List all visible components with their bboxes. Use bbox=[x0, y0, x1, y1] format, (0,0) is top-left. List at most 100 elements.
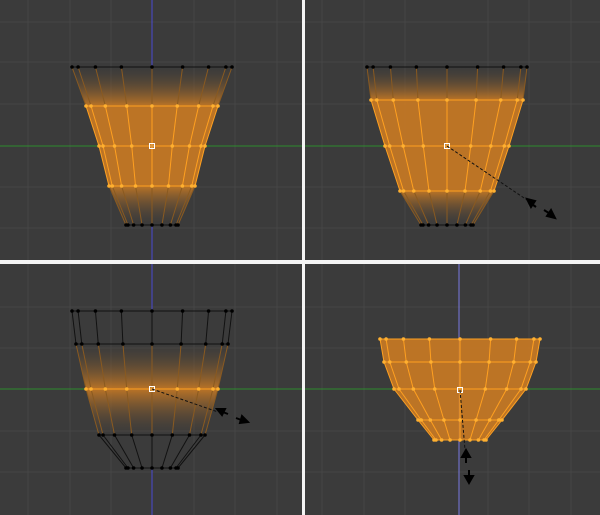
mesh-vertex bbox=[93, 65, 98, 69]
mesh-vertex bbox=[84, 104, 88, 108]
mesh-vertex bbox=[463, 189, 467, 193]
four-split-3d-viewport bbox=[0, 0, 600, 515]
mesh-model[interactable] bbox=[378, 337, 542, 442]
mesh-vertex bbox=[429, 360, 433, 364]
viewport-canvas[interactable] bbox=[305, 264, 600, 515]
mesh-vertex bbox=[397, 387, 401, 391]
mesh-vertex bbox=[487, 360, 491, 364]
mesh-edge bbox=[94, 310, 99, 345]
mesh-vertex bbox=[107, 184, 111, 188]
viewport-separator-vertical[interactable] bbox=[302, 0, 305, 515]
mesh-vertex bbox=[538, 337, 542, 341]
mesh-vertex bbox=[206, 65, 211, 69]
mesh-vertex bbox=[445, 223, 449, 227]
viewport-bottom-left[interactable] bbox=[0, 264, 302, 515]
mesh-vertex bbox=[121, 342, 125, 346]
mesh-vertex bbox=[79, 342, 84, 346]
mesh-vertex bbox=[124, 387, 129, 391]
viewport-separator-horizontal[interactable] bbox=[0, 260, 600, 264]
mesh-vertex bbox=[369, 98, 373, 102]
mesh-vertex bbox=[524, 387, 528, 391]
mesh-vertex bbox=[421, 144, 426, 148]
mesh-vertex bbox=[468, 144, 473, 148]
mesh-vertex bbox=[220, 342, 225, 346]
viewport-bottom-right[interactable] bbox=[305, 264, 600, 515]
mesh-vertex bbox=[129, 144, 134, 148]
mesh-vertex bbox=[199, 144, 203, 148]
mesh-vertex bbox=[76, 65, 80, 69]
mesh-vertex bbox=[74, 342, 78, 346]
mesh-vertex bbox=[96, 342, 101, 346]
mesh-vertex bbox=[131, 223, 136, 227]
mesh-vertex bbox=[463, 223, 468, 227]
mesh-vertex bbox=[502, 144, 507, 148]
mesh-vertex bbox=[187, 433, 192, 437]
mesh-edge bbox=[161, 434, 173, 469]
mesh-vertex bbox=[500, 418, 504, 422]
mesh-vertex bbox=[391, 98, 396, 102]
mesh-vertex bbox=[129, 433, 134, 437]
mesh-vertex bbox=[193, 184, 197, 188]
mesh-vertex bbox=[476, 438, 481, 442]
mesh-vertex bbox=[432, 387, 437, 391]
mesh-vertex bbox=[170, 433, 175, 437]
mesh-vertex bbox=[484, 438, 488, 442]
mesh-vertex bbox=[150, 223, 154, 227]
mesh-vertex bbox=[103, 387, 108, 391]
mesh-vertex bbox=[97, 144, 101, 148]
mesh-vertex bbox=[442, 418, 446, 422]
mesh-vertex bbox=[140, 223, 144, 227]
vertical-move-cursor-icon bbox=[460, 447, 475, 486]
mesh-vertex bbox=[468, 438, 472, 442]
viewport-canvas[interactable] bbox=[0, 264, 302, 515]
viewport-canvas[interactable] bbox=[0, 0, 302, 260]
mesh-vertex bbox=[180, 309, 185, 313]
mesh-vertex bbox=[521, 98, 525, 102]
mesh-vertex bbox=[434, 438, 438, 442]
mesh-vertex bbox=[427, 337, 432, 341]
mesh-vertex bbox=[475, 65, 480, 69]
mesh-vertex bbox=[445, 65, 449, 69]
mesh-vertex bbox=[170, 144, 175, 148]
viewport-top-right[interactable] bbox=[305, 0, 600, 260]
mesh-vertex bbox=[525, 65, 529, 69]
mesh-edge bbox=[221, 310, 227, 345]
mesh-vertex bbox=[416, 98, 420, 102]
mesh-vertex bbox=[160, 466, 164, 470]
mesh-vertex bbox=[175, 104, 180, 108]
mesh-vertex bbox=[426, 223, 431, 227]
mesh-vertex bbox=[371, 65, 375, 69]
pivot-point-icon bbox=[150, 144, 154, 148]
mesh-vertex bbox=[419, 418, 423, 422]
mesh-vertex bbox=[514, 337, 519, 341]
mesh-vertex bbox=[124, 104, 129, 108]
mesh-vertex bbox=[455, 223, 459, 227]
viewport-canvas[interactable] bbox=[305, 0, 600, 260]
mesh-vertex bbox=[150, 309, 154, 313]
mesh-vertex bbox=[189, 184, 194, 188]
mesh-vertex bbox=[131, 466, 136, 470]
mesh-vertex bbox=[507, 144, 511, 148]
mesh-vertex bbox=[383, 144, 387, 148]
mesh-vertex bbox=[126, 223, 130, 227]
mesh-vertex bbox=[488, 337, 493, 341]
mesh-vertex bbox=[411, 387, 416, 391]
mesh-vertex bbox=[439, 438, 444, 442]
mesh-edge bbox=[180, 310, 184, 345]
mesh-vertex bbox=[226, 342, 230, 346]
mesh-vertex bbox=[474, 98, 478, 102]
mesh-vertex bbox=[414, 65, 419, 69]
viewport-top-left[interactable] bbox=[0, 0, 302, 260]
mesh-vertex bbox=[166, 184, 171, 188]
mesh-vertex bbox=[478, 189, 483, 193]
mesh-vertex bbox=[448, 438, 452, 442]
mesh-vertex bbox=[416, 418, 420, 422]
mesh-vertex bbox=[458, 418, 462, 422]
mesh-vertex bbox=[101, 144, 105, 148]
mesh-vertex bbox=[387, 360, 392, 364]
mesh-vertex bbox=[488, 189, 493, 193]
mesh-vertex bbox=[532, 337, 536, 341]
mesh-vertex bbox=[206, 309, 211, 313]
mesh-vertex bbox=[126, 466, 130, 470]
mesh-vertex bbox=[176, 466, 180, 470]
